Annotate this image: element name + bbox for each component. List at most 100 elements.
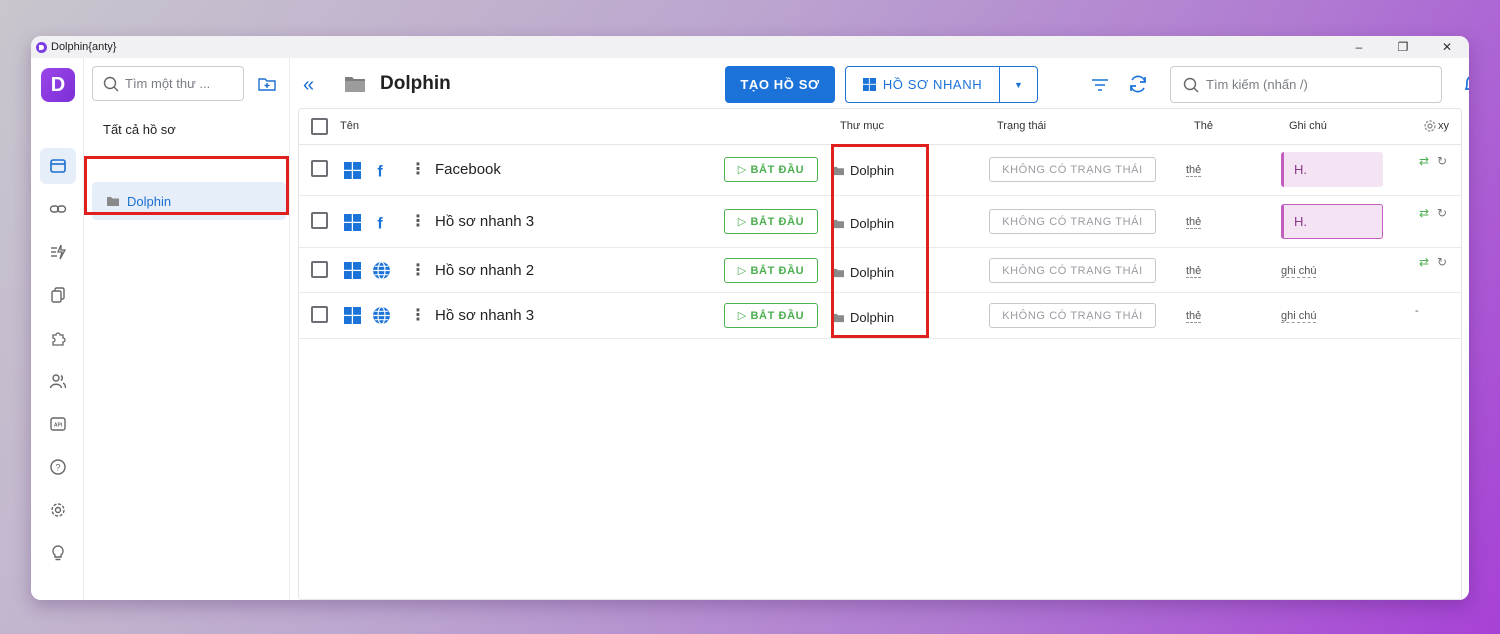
tag-link[interactable]: thẻ xyxy=(1186,164,1202,177)
nav-rail: D API ? xyxy=(31,58,84,600)
column-header-status[interactable]: Trạng thái xyxy=(997,120,1046,132)
windows-icon xyxy=(344,262,361,279)
proxy-refresh-icon[interactable]: ↻ xyxy=(1437,206,1447,220)
select-all-checkbox[interactable] xyxy=(311,118,328,135)
globe-icon xyxy=(373,261,390,280)
tag-link[interactable]: thẻ xyxy=(1186,265,1202,278)
quick-profile-label: HỒ SƠ NHANH xyxy=(882,77,983,92)
profile-name[interactable]: Hồ sơ nhanh 3 xyxy=(435,213,534,230)
quick-profile-main[interactable]: HỒ SƠ NHANH xyxy=(846,67,1000,102)
create-profile-button[interactable]: TẠO HỒ SƠ xyxy=(725,66,835,103)
folder-icon xyxy=(833,166,844,176)
tag-link[interactable]: thẻ xyxy=(1186,310,1202,323)
folder-cell: Dolphin xyxy=(832,265,894,280)
folder-cell: Dolphin xyxy=(832,216,894,231)
page-title: Dolphin xyxy=(380,73,451,94)
column-settings-gear-icon[interactable] xyxy=(1423,119,1437,133)
proxy-switch-icon[interactable]: ⇄ xyxy=(1419,255,1429,269)
profile-name[interactable]: Facebook xyxy=(435,161,501,178)
brand-logo[interactable]: D xyxy=(41,68,75,102)
folder-name: Dolphin xyxy=(850,163,895,178)
status-select[interactable]: KHÔNG CÓ TRẠNG THÁI xyxy=(989,258,1156,283)
note-field[interactable]: H. xyxy=(1281,204,1383,239)
status-select[interactable]: KHÔNG CÓ TRẠNG THÁI xyxy=(989,303,1156,328)
filter-icon[interactable] xyxy=(1089,74,1111,96)
more-options-icon[interactable]: ⋮ xyxy=(410,211,426,231)
maximize-button[interactable]: ❐ xyxy=(1381,36,1425,58)
proxy-switch-icon[interactable]: ⇄ xyxy=(1419,206,1429,220)
column-header-tag[interactable]: Thẻ xyxy=(1194,120,1213,132)
search-icon xyxy=(103,76,119,91)
automation-icon[interactable] xyxy=(40,234,76,270)
browser-profiles-icon[interactable] xyxy=(40,148,76,184)
column-header-proxy[interactable]: xy xyxy=(1438,120,1449,132)
folder-search-input[interactable]: Tìm một thư ... xyxy=(92,66,244,101)
profile-name[interactable]: Hồ sơ nhanh 2 xyxy=(435,262,534,279)
folder-icon xyxy=(833,268,844,278)
folder-name: Dolphin xyxy=(850,216,895,231)
refresh-icon[interactable] xyxy=(1127,73,1149,95)
search-icon xyxy=(1183,77,1199,92)
proxy-value: - xyxy=(1415,305,1419,317)
copy-icon[interactable] xyxy=(40,277,76,313)
notification-bell-icon[interactable] xyxy=(1461,72,1469,96)
window-controls: – ❐ ✕ xyxy=(1337,36,1469,58)
folder-icon xyxy=(833,313,844,323)
folder-cell: Dolphin xyxy=(832,163,894,178)
status-select[interactable]: KHÔNG CÓ TRẠNG THÁI xyxy=(989,209,1156,234)
all-profiles-link[interactable]: Tất cả hồ sơ xyxy=(103,122,176,137)
folder-icon xyxy=(345,77,365,92)
column-header-name[interactable]: Tên xyxy=(340,120,359,132)
add-folder-icon[interactable] xyxy=(256,73,278,95)
note-link[interactable]: ghi chú xyxy=(1281,265,1317,278)
table-row[interactable]: f ⋮ Hồ sơ nhanh 3 ▷ BẮT ĐẦU Dolphin KHÔN… xyxy=(299,196,1461,248)
api-icon[interactable]: API xyxy=(40,406,76,442)
more-options-icon[interactable]: ⋮ xyxy=(410,305,426,325)
proxy-switch-icon[interactable]: ⇄ xyxy=(1419,154,1429,168)
windows-icon xyxy=(344,162,361,179)
status-select[interactable]: KHÔNG CÓ TRẠNG THÁI xyxy=(989,157,1156,182)
column-header-note[interactable]: Ghi chú xyxy=(1289,120,1327,132)
svg-text:?: ? xyxy=(55,463,60,473)
quick-profile-button[interactable]: HỒ SƠ NHANH ▼ xyxy=(845,66,1038,103)
minimize-button[interactable]: – xyxy=(1337,36,1381,58)
row-checkbox[interactable] xyxy=(311,306,328,323)
start-button[interactable]: ▷ BẮT ĐẦU xyxy=(724,303,818,328)
chevron-down-icon[interactable]: ▼ xyxy=(1000,80,1037,90)
collapse-panel-icon[interactable]: « xyxy=(303,74,314,97)
profile-search-input[interactable]: Tìm kiếm (nhấn /) xyxy=(1170,66,1442,103)
svg-text:API: API xyxy=(54,423,63,429)
table-row[interactable]: ⋮ Hồ sơ nhanh 3 ▷ BẮT ĐẦU Dolphin KHÔNG … xyxy=(299,293,1461,339)
folder-item-dolphin[interactable]: Dolphin xyxy=(92,182,286,220)
table-row[interactable]: ⋮ Hồ sơ nhanh 2 ▷ BẮT ĐẦU Dolphin KHÔNG … xyxy=(299,248,1461,293)
folder-name: Dolphin xyxy=(850,265,895,280)
lightbulb-icon[interactable] xyxy=(40,535,76,571)
profile-name[interactable]: Hồ sơ nhanh 3 xyxy=(435,307,534,324)
profile-search-placeholder: Tìm kiếm (nhấn /) xyxy=(1206,77,1308,92)
facebook-icon: f xyxy=(377,216,383,232)
profiles-table: Tên Thư mục Trạng thái Thẻ Ghi chú xy f … xyxy=(298,108,1462,600)
column-header-folder[interactable]: Thư mục xyxy=(840,120,884,132)
close-button[interactable]: ✕ xyxy=(1425,36,1469,58)
note-field[interactable]: H. xyxy=(1281,152,1383,187)
note-link[interactable]: ghi chú xyxy=(1281,310,1317,323)
start-button[interactable]: ▷ BẮT ĐẦU xyxy=(724,209,818,234)
start-button[interactable]: ▷ BẮT ĐẦU xyxy=(724,157,818,182)
link-icon[interactable] xyxy=(40,191,76,227)
table-row[interactable]: f ⋮ Facebook ▷ BẮT ĐẦU Dolphin KHÔNG CÓ … xyxy=(299,145,1461,196)
proxy-refresh-icon[interactable]: ↻ xyxy=(1437,255,1447,269)
row-checkbox[interactable] xyxy=(311,261,328,278)
settings-gear-icon[interactable] xyxy=(40,492,76,528)
app-window: Dolphin{anty} – ❐ ✕ D API ? Tìm một thư … xyxy=(31,36,1469,600)
extensions-icon[interactable] xyxy=(40,320,76,356)
start-button[interactable]: ▷ BẮT ĐẦU xyxy=(724,258,818,283)
row-checkbox[interactable] xyxy=(311,160,328,177)
title-bar: Dolphin{anty} – ❐ ✕ xyxy=(31,36,1469,58)
help-icon[interactable]: ? xyxy=(40,449,76,485)
tag-link[interactable]: thẻ xyxy=(1186,216,1202,229)
users-icon[interactable] xyxy=(40,363,76,399)
row-checkbox[interactable] xyxy=(311,212,328,229)
proxy-refresh-icon[interactable]: ↻ xyxy=(1437,154,1447,168)
more-options-icon[interactable]: ⋮ xyxy=(410,260,426,280)
more-options-icon[interactable]: ⋮ xyxy=(410,159,426,179)
